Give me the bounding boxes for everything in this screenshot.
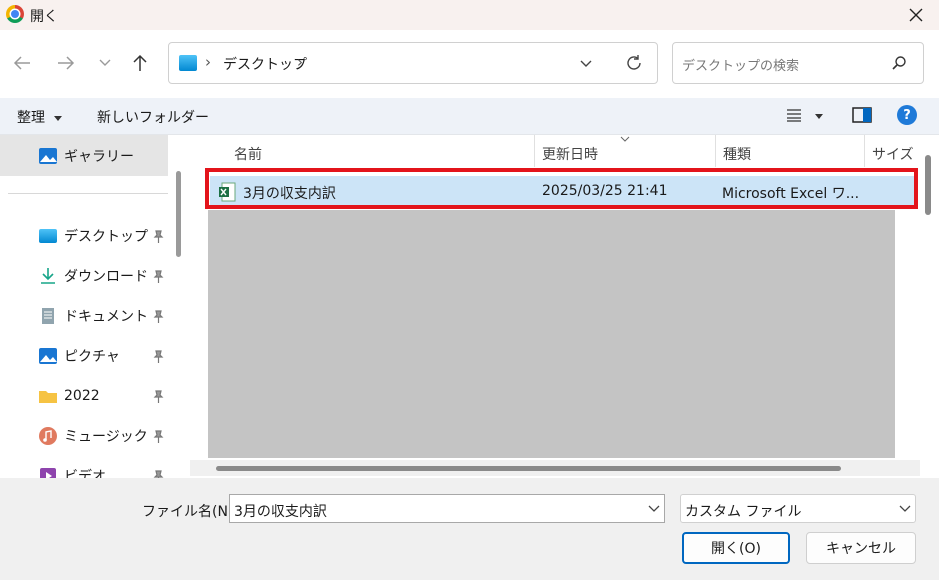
arrow-up-icon (133, 54, 147, 71)
sidebar-scrollbar[interactable] (176, 171, 181, 257)
search-placeholder[interactable]: デスクトップの検索 (682, 55, 799, 74)
address-dropdown-button[interactable] (579, 58, 593, 73)
pin-icon (153, 270, 164, 283)
sidebar-item-label: デスクトップ (64, 229, 148, 245)
list-empty-area (208, 210, 895, 458)
arrow-right-icon (58, 56, 75, 70)
filename-value: 3月の収支内訳 (234, 504, 327, 520)
sidebar-item-gallery[interactable]: ギャラリー (38, 144, 134, 168)
sidebar-item-label: ドキュメント (64, 309, 148, 325)
forward-button[interactable] (52, 49, 80, 77)
sidebar-item-videos[interactable]: ビデオ (38, 464, 106, 478)
sidebar-item-2022[interactable]: 2022 (38, 384, 100, 408)
document-icon (38, 307, 58, 325)
sidebar-item-music[interactable]: ミュージック (38, 424, 148, 448)
filename-field[interactable]: 3月の収支内訳 (229, 494, 665, 523)
sidebar-item-documents[interactable]: ドキュメント (38, 304, 148, 328)
open-button[interactable]: 開く(O) (682, 532, 790, 564)
new-folder-button[interactable]: 新しいフォルダー (97, 107, 209, 127)
refresh-button[interactable] (625, 54, 643, 76)
sidebar-item-desktop[interactable]: デスクトップ (38, 224, 148, 248)
title-bar (0, 0, 939, 30)
close-button[interactable] (898, 0, 934, 30)
caret-down-icon (54, 116, 63, 121)
chrome-app-icon (6, 5, 24, 23)
column-separator[interactable] (715, 135, 716, 167)
pin-icon (153, 430, 164, 443)
chevron-down-icon (580, 60, 592, 67)
horizontal-scrollbar-thumb[interactable] (216, 466, 841, 471)
column-header-date[interactable]: 更新日時 (542, 144, 598, 164)
breadcrumb-location[interactable]: デスクトップ (223, 54, 307, 74)
view-menu-button[interactable] (786, 108, 824, 126)
help-button[interactable]: ? (897, 105, 917, 125)
search-button[interactable] (891, 55, 907, 75)
address-bar[interactable]: › デスクトップ › (168, 42, 658, 84)
preview-pane-icon (852, 107, 872, 123)
column-header-type[interactable]: 種類 (723, 144, 751, 164)
back-button[interactable] (8, 49, 36, 77)
arrow-left-icon (13, 56, 30, 70)
close-icon (909, 8, 923, 22)
file-type-select[interactable]: カスタム ファイル (680, 494, 916, 523)
music-icon (38, 427, 58, 445)
window-title: 開く (30, 9, 58, 25)
organize-button[interactable]: 整理 (17, 107, 63, 127)
chevron-down-icon (99, 59, 111, 66)
download-icon (38, 267, 58, 285)
gallery-icon (38, 147, 58, 165)
pin-icon (153, 350, 164, 363)
sort-indicator-icon (620, 136, 630, 142)
caret-down-icon (815, 114, 824, 119)
chevron-down-icon[interactable] (648, 505, 660, 513)
organize-label: 整理 (17, 110, 45, 126)
filename-label: ファイル名(N): (142, 504, 239, 520)
cancel-button[interactable]: キャンセル (806, 532, 916, 564)
pin-icon (153, 230, 164, 243)
folder-icon (38, 387, 58, 405)
column-separator[interactable] (864, 135, 865, 167)
column-separator[interactable] (534, 135, 535, 167)
breadcrumb-separator-trailing[interactable]: › (297, 53, 303, 71)
sidebar-item-label: ピクチャ (64, 349, 120, 365)
sidebar-item-label: ダウンロード (64, 269, 148, 285)
highlight-annotation (205, 168, 918, 209)
list-view-icon (787, 109, 801, 122)
vertical-scrollbar-thumb[interactable] (925, 155, 931, 215)
search-icon (892, 56, 906, 70)
sidebar-item-pictures[interactable]: ピクチャ (38, 344, 120, 368)
up-button[interactable] (126, 49, 154, 77)
column-header-name[interactable]: 名前 (234, 144, 262, 164)
help-icon: ? (903, 107, 911, 123)
file-type-value: カスタム ファイル (685, 504, 802, 520)
sidebar-item-label: ビデオ (64, 469, 106, 478)
chevron-down-icon (899, 505, 911, 512)
column-header-size[interactable]: サイズ (872, 144, 914, 164)
pin-icon (153, 470, 164, 478)
sidebar-item-label: ギャラリー (64, 149, 134, 165)
pin-icon (153, 390, 164, 403)
preview-pane-button[interactable] (852, 107, 872, 127)
pin-icon (153, 310, 164, 323)
sidebar-item-label: ミュージック (64, 429, 148, 445)
desktop-icon (38, 227, 58, 245)
refresh-icon (627, 55, 641, 70)
breadcrumb-separator: › (205, 53, 211, 71)
search-box[interactable]: デスクトップの検索 (672, 42, 924, 84)
sidebar-item-downloads[interactable]: ダウンロード (38, 264, 148, 288)
desktop-icon (179, 55, 197, 71)
picture-icon (38, 347, 58, 365)
sidebar-divider (8, 193, 168, 194)
recent-locations-button[interactable] (91, 49, 119, 77)
sidebar-item-label: 2022 (64, 388, 100, 404)
video-icon (38, 467, 58, 478)
navigation-pane: ギャラリー デスクトップ ダウンロード ドキュメント ピクチャ 2022 ミュー… (0, 135, 183, 478)
